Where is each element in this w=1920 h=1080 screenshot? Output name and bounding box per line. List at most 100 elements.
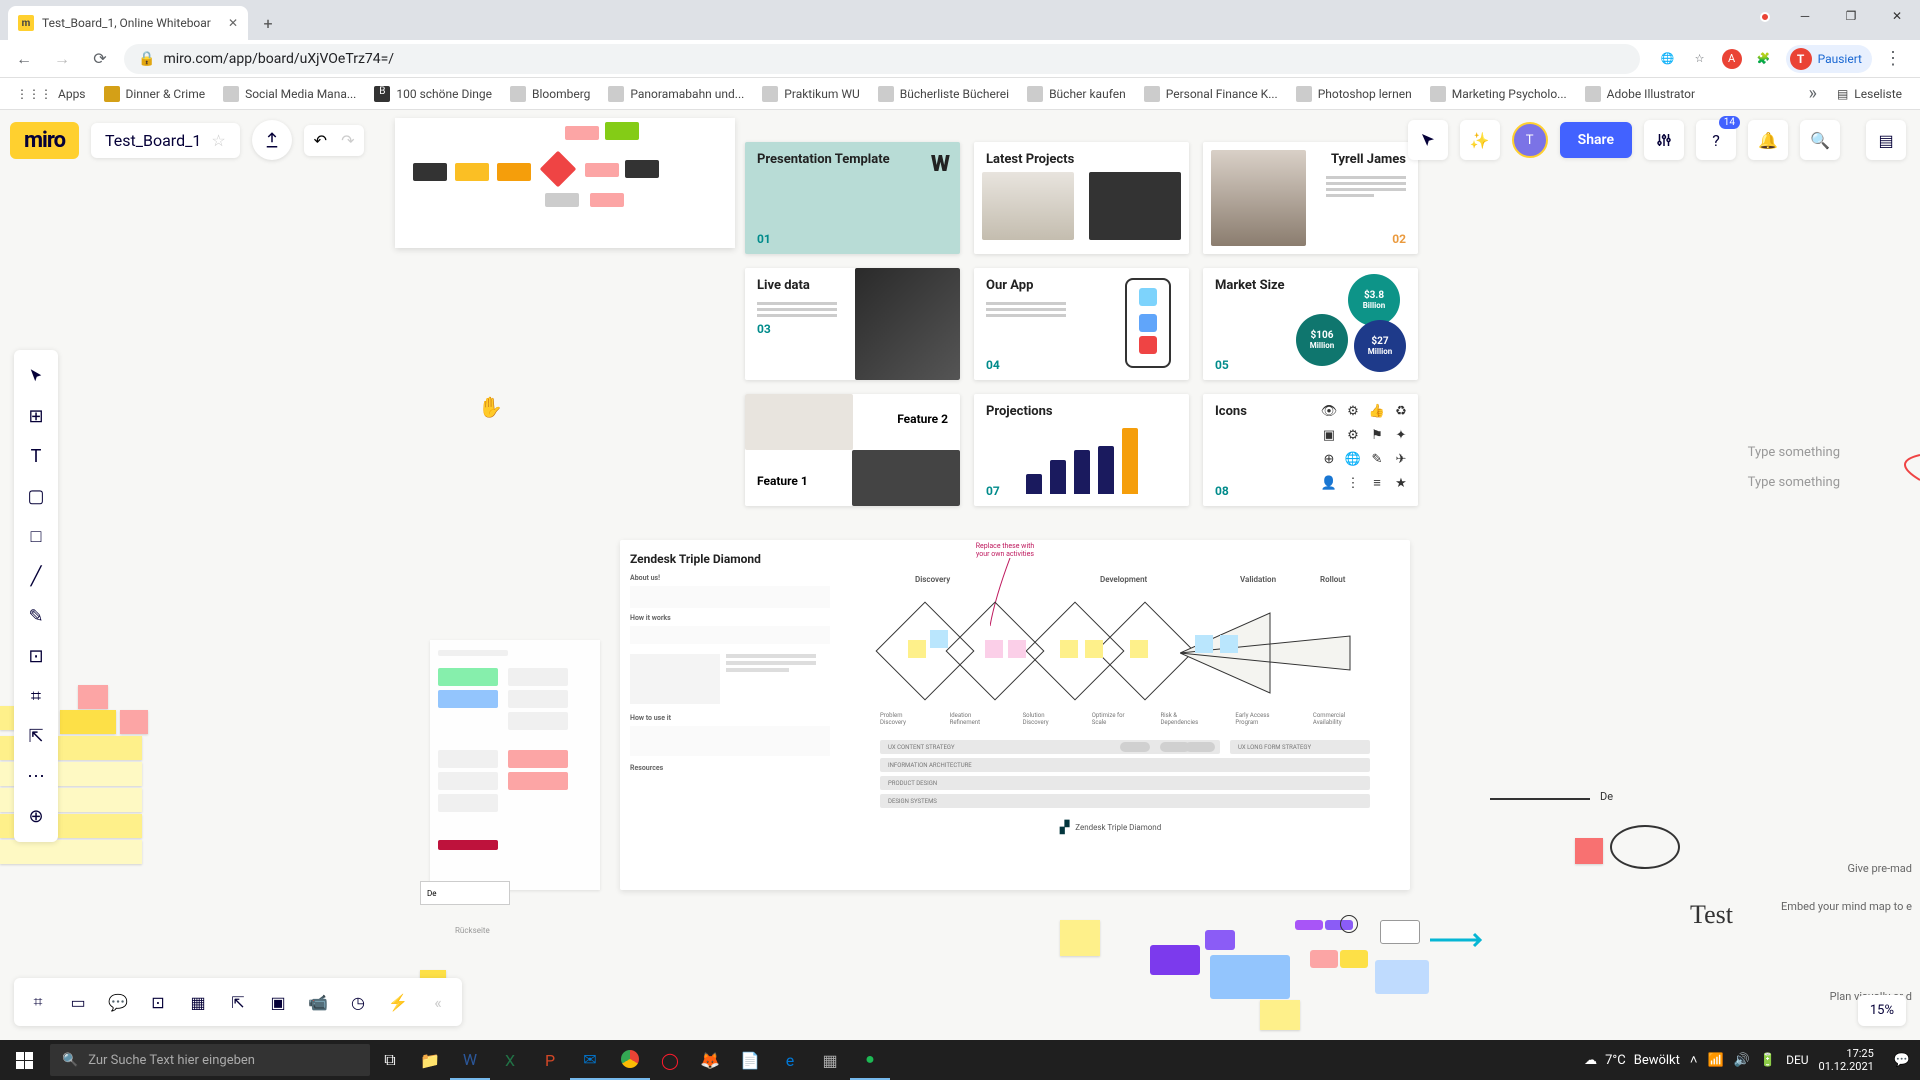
upload-tool[interactable]: ⇱ bbox=[14, 716, 58, 756]
text-node[interactable]: Embed your mind map to e bbox=[1781, 900, 1912, 913]
zoom-level[interactable]: 15% bbox=[1858, 995, 1906, 1026]
reactions-button[interactable]: ✨ bbox=[1460, 120, 1500, 160]
notifications-button[interactable]: 🔔 bbox=[1748, 120, 1788, 160]
star-icon[interactable]: ☆ bbox=[211, 131, 225, 150]
collapse-button[interactable]: « bbox=[418, 982, 458, 1022]
calculator-app[interactable]: ▦ bbox=[810, 1040, 850, 1080]
excel-app[interactable]: X bbox=[490, 1040, 530, 1080]
presentation-card[interactable]: Tyrell James 02 bbox=[1203, 142, 1418, 254]
edge-app[interactable]: e bbox=[770, 1040, 810, 1080]
reading-list-button[interactable]: ▤Leseliste bbox=[1829, 83, 1910, 105]
bolt-button[interactable]: ⚡ bbox=[378, 982, 418, 1022]
bookmark-item[interactable]: Bücherliste Bücherei bbox=[872, 82, 1015, 106]
flow-diagram-frame[interactable] bbox=[395, 118, 735, 248]
canvas[interactable]: ✋ Presentation Template W 01 Latest Proj… bbox=[0, 110, 1920, 1040]
window-close-button[interactable]: ✕ bbox=[1874, 0, 1920, 32]
template-thumbnail[interactable]: De bbox=[430, 640, 600, 890]
placeholder-text[interactable]: Type something bbox=[1748, 475, 1840, 490]
explorer-app[interactable]: 📁 bbox=[410, 1040, 450, 1080]
screen-share-button[interactable]: ⊡ bbox=[138, 982, 178, 1022]
clock[interactable]: 17:25 01.12.2021 bbox=[1819, 1047, 1884, 1073]
more-tools[interactable]: ⋯ bbox=[14, 756, 58, 796]
line-shape[interactable] bbox=[1490, 798, 1590, 800]
help-button[interactable]: ? bbox=[1696, 120, 1736, 160]
apps-button[interactable]: ⋮⋮⋮Apps bbox=[10, 83, 92, 105]
frames-panel-button[interactable]: ⌗ bbox=[18, 982, 58, 1022]
video-button[interactable]: 📹 bbox=[298, 982, 338, 1022]
bookmark-item[interactable]: Bloomberg bbox=[504, 82, 596, 106]
profile-badge[interactable]: T Pausiert bbox=[1786, 45, 1872, 73]
task-view-button[interactable]: ⧉ bbox=[370, 1040, 410, 1080]
arrow-shape[interactable] bbox=[1430, 930, 1490, 950]
bookmarks-overflow-icon[interactable]: » bbox=[1803, 83, 1823, 104]
battery-icon[interactable]: 🔋 bbox=[1760, 1053, 1776, 1068]
volume-icon[interactable]: 🔊 bbox=[1734, 1053, 1750, 1068]
taskbar-search[interactable]: 🔍 Zur Suche Text hier eingeben bbox=[50, 1044, 370, 1076]
settings-button[interactable] bbox=[1644, 120, 1684, 160]
card-node[interactable] bbox=[1205, 930, 1235, 950]
sticky-tool[interactable]: ▢ bbox=[14, 476, 58, 516]
redo-button[interactable]: ↷ bbox=[341, 131, 354, 150]
sticky-note[interactable] bbox=[0, 840, 142, 864]
chrome-menu-icon[interactable]: ⋮ bbox=[1884, 48, 1902, 69]
presentation-card[interactable]: Our App 04 bbox=[974, 268, 1189, 380]
presentation-card[interactable]: Live data 03 bbox=[745, 268, 960, 380]
ellipse-shape[interactable] bbox=[1610, 825, 1680, 869]
sticky-note[interactable] bbox=[120, 710, 148, 734]
activity-panel-button[interactable]: ▤ bbox=[1866, 120, 1906, 160]
address-bar[interactable]: 🔒 miro.com/app/board/uXjVOeTrz74=/ bbox=[124, 44, 1640, 74]
weather-widget[interactable]: ☁ 7°C Bewölkt bbox=[1584, 1053, 1680, 1068]
rect-shape[interactable] bbox=[1380, 920, 1420, 944]
presentation-card[interactable]: Market Size $3.8Billion $106Million $27M… bbox=[1203, 268, 1418, 380]
text-node[interactable]: Give pre-mad bbox=[1848, 862, 1913, 875]
card-node[interactable] bbox=[1150, 945, 1200, 975]
sticky-note[interactable] bbox=[60, 710, 116, 734]
tray-chevron-icon[interactable]: ˄ bbox=[1690, 1052, 1698, 1068]
bookmark-item[interactable]: Dinner & Crime bbox=[98, 82, 212, 106]
zendesk-frame[interactable]: Zendesk Triple Diamond About us! How it … bbox=[620, 540, 1410, 890]
extensions-puzzle-icon[interactable]: 🧩 bbox=[1754, 49, 1774, 69]
bookmark-star-icon[interactable]: ☆ bbox=[1690, 49, 1710, 69]
bookmark-item[interactable]: Bücher kaufen bbox=[1021, 82, 1132, 106]
vote-button[interactable]: ▣ bbox=[258, 982, 298, 1022]
reload-button[interactable]: ⟳ bbox=[86, 45, 114, 73]
cursor-mode-button[interactable] bbox=[1408, 120, 1448, 160]
presentation-card[interactable]: Icons 👁⚙👍♻ ▣⚙⚑✦ ⊕🌐✎✈ 👤⋮≡★ 08 bbox=[1203, 394, 1418, 506]
word-app[interactable]: W bbox=[450, 1040, 490, 1080]
card-node[interactable] bbox=[1210, 955, 1290, 999]
bookmark-item[interactable]: Adobe Illustrator bbox=[1579, 82, 1701, 106]
comments-button[interactable]: 💬 bbox=[98, 982, 138, 1022]
start-button[interactable] bbox=[0, 1040, 48, 1080]
circle-shape[interactable] bbox=[1340, 915, 1358, 933]
export-button[interactable] bbox=[252, 120, 292, 160]
user-avatar[interactable]: T bbox=[1512, 122, 1548, 158]
shape[interactable] bbox=[1340, 950, 1368, 968]
undo-button[interactable]: ↶ bbox=[314, 131, 327, 150]
share-button[interactable]: Share bbox=[1560, 122, 1632, 158]
sticky-note[interactable] bbox=[78, 685, 108, 709]
window-maximize-button[interactable]: ❐ bbox=[1828, 0, 1874, 32]
firefox-app[interactable]: 🦊 bbox=[690, 1040, 730, 1080]
search-button[interactable]: 🔍 bbox=[1800, 120, 1840, 160]
board-name[interactable]: Test_Board_1 ☆ bbox=[91, 123, 240, 158]
bookmark-item[interactable]: Photoshop lernen bbox=[1290, 82, 1418, 106]
language-indicator[interactable]: DEU bbox=[1786, 1053, 1808, 1067]
placeholder-text[interactable]: Type something bbox=[1748, 445, 1840, 460]
curve-line[interactable] bbox=[1880, 450, 1920, 490]
translate-icon[interactable]: 🌐 bbox=[1658, 49, 1678, 69]
opera-app[interactable]: ◯ bbox=[650, 1040, 690, 1080]
bookmark-item[interactable]: Personal Finance K... bbox=[1138, 82, 1284, 106]
text-tool[interactable]: T bbox=[14, 436, 58, 476]
notifications-icon[interactable]: 💬 bbox=[1894, 1053, 1910, 1068]
new-tab-button[interactable]: + bbox=[254, 9, 282, 37]
close-tab-icon[interactable]: ✕ bbox=[228, 16, 238, 30]
presentation-card[interactable]: Feature 2 Feature 1 bbox=[745, 394, 960, 506]
comment-tool[interactable]: ⊡ bbox=[14, 636, 58, 676]
templates-tool[interactable]: ⊞ bbox=[14, 396, 58, 436]
chrome-app[interactable] bbox=[610, 1040, 650, 1080]
spotify-app[interactable]: ● bbox=[850, 1040, 890, 1080]
powerpoint-app[interactable]: P bbox=[530, 1040, 570, 1080]
apps-tool[interactable]: ⊕ bbox=[14, 796, 58, 836]
bookmark-item[interactable]: B100 schöne Dinge bbox=[368, 82, 498, 106]
network-icon[interactable]: 📶 bbox=[1708, 1053, 1724, 1068]
